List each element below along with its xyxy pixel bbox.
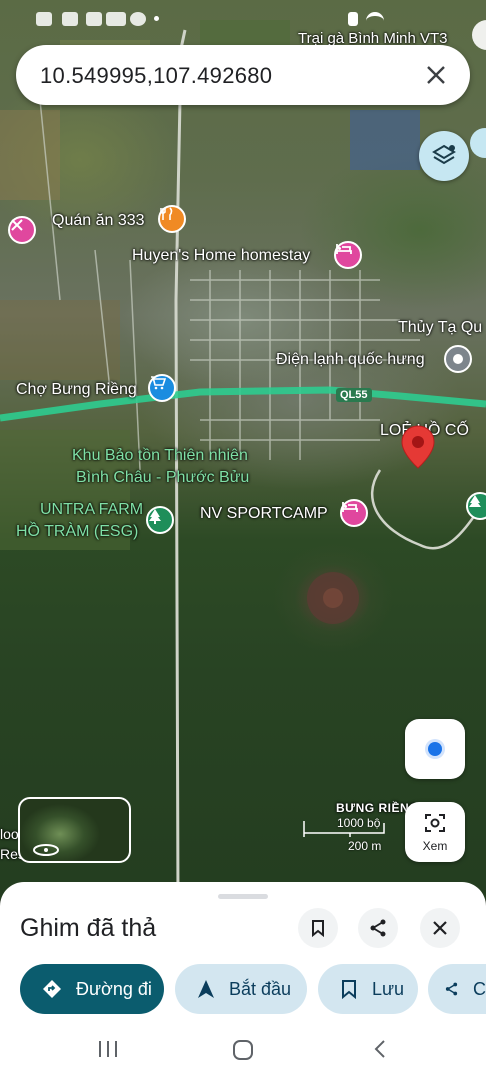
start-label: Bắt đầu	[229, 978, 292, 999]
directions-icon	[43, 980, 61, 998]
scale-bar	[303, 821, 385, 837]
recent-apps-icon[interactable]	[96, 1038, 120, 1060]
close-sheet-button[interactable]	[420, 908, 460, 948]
notification-icon	[36, 12, 52, 26]
poi-label-sportcamp[interactable]: NV SPORTCAMP	[200, 505, 328, 523]
status-bar: Trại gà Bình Minh VT3	[0, 8, 486, 47]
close-icon	[433, 921, 447, 935]
zalo-icon	[106, 12, 126, 26]
tree-icon[interactable]	[146, 506, 174, 534]
save-label: Lưu	[372, 978, 405, 999]
shopping-cart-icon[interactable]	[148, 374, 176, 402]
park-label-line2[interactable]: Bình Châu - Phước Bửu	[76, 469, 249, 487]
share-button[interactable]	[358, 908, 398, 948]
wifi-icon	[366, 12, 384, 26]
farm-label-line2[interactable]: HỒ TRÀM (ESG)	[16, 523, 138, 541]
back-icon[interactable]	[370, 1038, 390, 1060]
farm-label-line1[interactable]: UNTRA FARM	[40, 501, 143, 519]
edge-label: loo	[0, 826, 19, 842]
navigation-arrow-icon	[198, 980, 214, 998]
layers-button[interactable]	[419, 131, 469, 181]
poi-pink-icon[interactable]	[8, 216, 36, 244]
poi-label-quan-an[interactable]: Quán ăn 333	[52, 212, 145, 230]
poi-label-homestay[interactable]: Huyen's Home homestay	[132, 247, 310, 265]
my-location-button[interactable]	[405, 719, 465, 779]
start-navigation-button[interactable]: Bắt đầu	[175, 964, 307, 1014]
lens-icon	[425, 814, 445, 832]
sheet-title: Ghim đã thả	[20, 914, 157, 942]
more-dot-icon	[154, 16, 159, 21]
system-nav-bar	[0, 1030, 486, 1070]
save-button[interactable]: Lưu	[318, 964, 418, 1014]
bookmark-icon	[312, 920, 324, 938]
search-bar[interactable]: 10.549995,107.492680	[16, 45, 470, 105]
map-scale: 1000 bộ 200 m	[300, 803, 400, 855]
directions-label: Đường đi	[76, 978, 152, 999]
place-icon[interactable]	[444, 345, 472, 373]
park-label-line1[interactable]: Khu Bảo tồn Thiên nhiên	[72, 447, 248, 465]
share-label: C	[473, 978, 486, 999]
notification-icon	[86, 12, 102, 26]
notification-icon	[62, 12, 78, 26]
location-status-icon	[348, 12, 358, 26]
hotel-icon[interactable]	[340, 499, 368, 527]
directions-button[interactable]: Đường đi	[20, 964, 164, 1014]
tree-icon[interactable]	[466, 492, 486, 520]
app-icon	[130, 12, 146, 26]
lens-view-button[interactable]: Xem	[405, 802, 465, 862]
poi-label-thuy-ta[interactable]: Thủy Tạ Qu	[398, 319, 482, 337]
bookmark-icon	[342, 980, 356, 999]
home-icon[interactable]	[231, 1038, 255, 1062]
poi-label-cho[interactable]: Chợ Bưng Riềng	[16, 381, 137, 399]
location-dot-icon	[428, 742, 442, 756]
sheet-drag-handle[interactable]	[218, 894, 268, 899]
share-icon	[370, 919, 386, 937]
street-view-thumbnail[interactable]	[18, 797, 131, 863]
rotate-360-icon	[33, 844, 59, 856]
layers-icon	[432, 144, 456, 165]
close-icon[interactable]	[422, 61, 450, 89]
restaurant-icon[interactable]	[158, 205, 186, 233]
dropped-pin-marker[interactable]	[400, 424, 436, 470]
road-shield-ql55: QL55	[336, 388, 372, 402]
hotel-icon[interactable]	[334, 241, 362, 269]
bookmark-button[interactable]	[298, 908, 338, 948]
poi-label-dien-lanh[interactable]: Điện lạnh quốc hưng	[276, 351, 425, 369]
search-query-text[interactable]: 10.549995,107.492680	[40, 63, 272, 89]
share-icon	[445, 982, 458, 996]
lens-label: Xem	[422, 839, 448, 853]
share-chip-button[interactable]: C	[428, 964, 486, 1014]
